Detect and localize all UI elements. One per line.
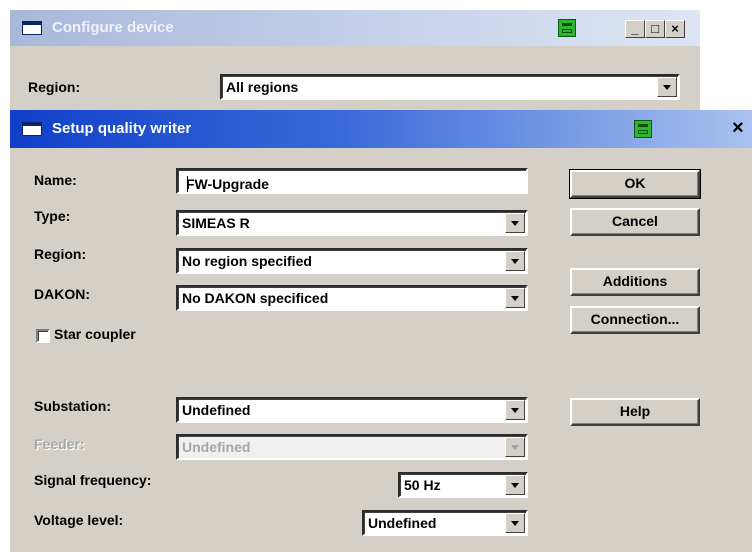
substation-select[interactable]: Undefined xyxy=(176,397,528,423)
printer-icon[interactable] xyxy=(634,120,652,138)
chevron-down-icon[interactable] xyxy=(505,475,525,495)
connection-button[interactable]: Connection... xyxy=(570,306,700,334)
voltage-level-value: Undefined xyxy=(368,515,437,531)
window-icon xyxy=(22,122,42,136)
feeder-label: Feeder: xyxy=(34,436,85,452)
help-button[interactable]: Help xyxy=(570,398,700,426)
configure-device-title: Configure device xyxy=(52,19,174,36)
type-label: Type: xyxy=(34,208,71,224)
feeder-value: Undefined xyxy=(182,439,251,455)
chevron-down-icon[interactable] xyxy=(505,400,525,420)
maximize-button[interactable]: □ xyxy=(645,20,665,38)
name-value: FW-Upgrade xyxy=(186,176,269,192)
chevron-down-icon xyxy=(505,437,525,457)
close-button[interactable]: × xyxy=(665,20,685,38)
voltage-level-select[interactable]: Undefined xyxy=(362,510,528,536)
star-coupler-label[interactable]: Star coupler xyxy=(54,326,136,342)
substation-label: Substation: xyxy=(34,398,111,414)
chevron-down-icon[interactable] xyxy=(505,513,525,533)
region-label: Region: xyxy=(34,246,87,262)
chevron-down-icon[interactable] xyxy=(505,213,525,233)
region-value: No region specified xyxy=(182,253,312,269)
configure-region-value: All regions xyxy=(226,79,299,95)
signal-frequency-label: Signal frequency: xyxy=(34,472,152,488)
chevron-down-icon[interactable] xyxy=(505,251,525,271)
configure-device-titlebar[interactable]: Configure device _ □ × xyxy=(10,10,700,46)
dakon-label: DAKON: xyxy=(34,286,90,302)
dakon-value: No DAKON specificed xyxy=(182,290,329,306)
cancel-button[interactable]: Cancel xyxy=(570,208,700,236)
printer-icon[interactable] xyxy=(558,19,576,37)
dialog-title: Setup quality writer xyxy=(52,120,192,137)
dakon-select[interactable]: No DAKON specificed xyxy=(176,285,528,311)
configure-region-select[interactable]: All regions xyxy=(220,74,680,100)
window-icon xyxy=(22,21,42,35)
star-coupler-checkbox[interactable] xyxy=(36,329,50,343)
chevron-down-icon[interactable] xyxy=(657,77,677,97)
additions-button[interactable]: Additions xyxy=(570,268,700,296)
configure-device-window: Configure device _ □ × Region: All regio… xyxy=(10,10,700,110)
region-select[interactable]: No region specified xyxy=(176,248,528,274)
voltage-level-label: Voltage level: xyxy=(34,512,124,528)
text-cursor xyxy=(187,176,188,192)
substation-value: Undefined xyxy=(182,402,251,418)
chevron-down-icon[interactable] xyxy=(505,288,525,308)
minimize-button[interactable]: _ xyxy=(625,20,645,38)
signal-frequency-value: 50 Hz xyxy=(404,477,441,493)
name-label: Name: xyxy=(34,172,77,188)
type-select[interactable]: SIMEAS R xyxy=(176,210,528,236)
setup-quality-writer-dialog: Setup quality writer × Name: FW-Upgrade … xyxy=(10,110,752,552)
configure-region-label: Region: xyxy=(28,79,81,95)
name-field[interactable]: FW-Upgrade xyxy=(176,168,528,194)
type-value: SIMEAS R xyxy=(182,215,250,231)
dialog-titlebar[interactable]: Setup quality writer × xyxy=(10,110,752,148)
ok-button[interactable]: OK xyxy=(569,169,701,199)
close-icon[interactable]: × xyxy=(732,117,744,140)
feeder-select: Undefined xyxy=(176,434,528,460)
signal-frequency-select[interactable]: 50 Hz xyxy=(398,472,528,498)
